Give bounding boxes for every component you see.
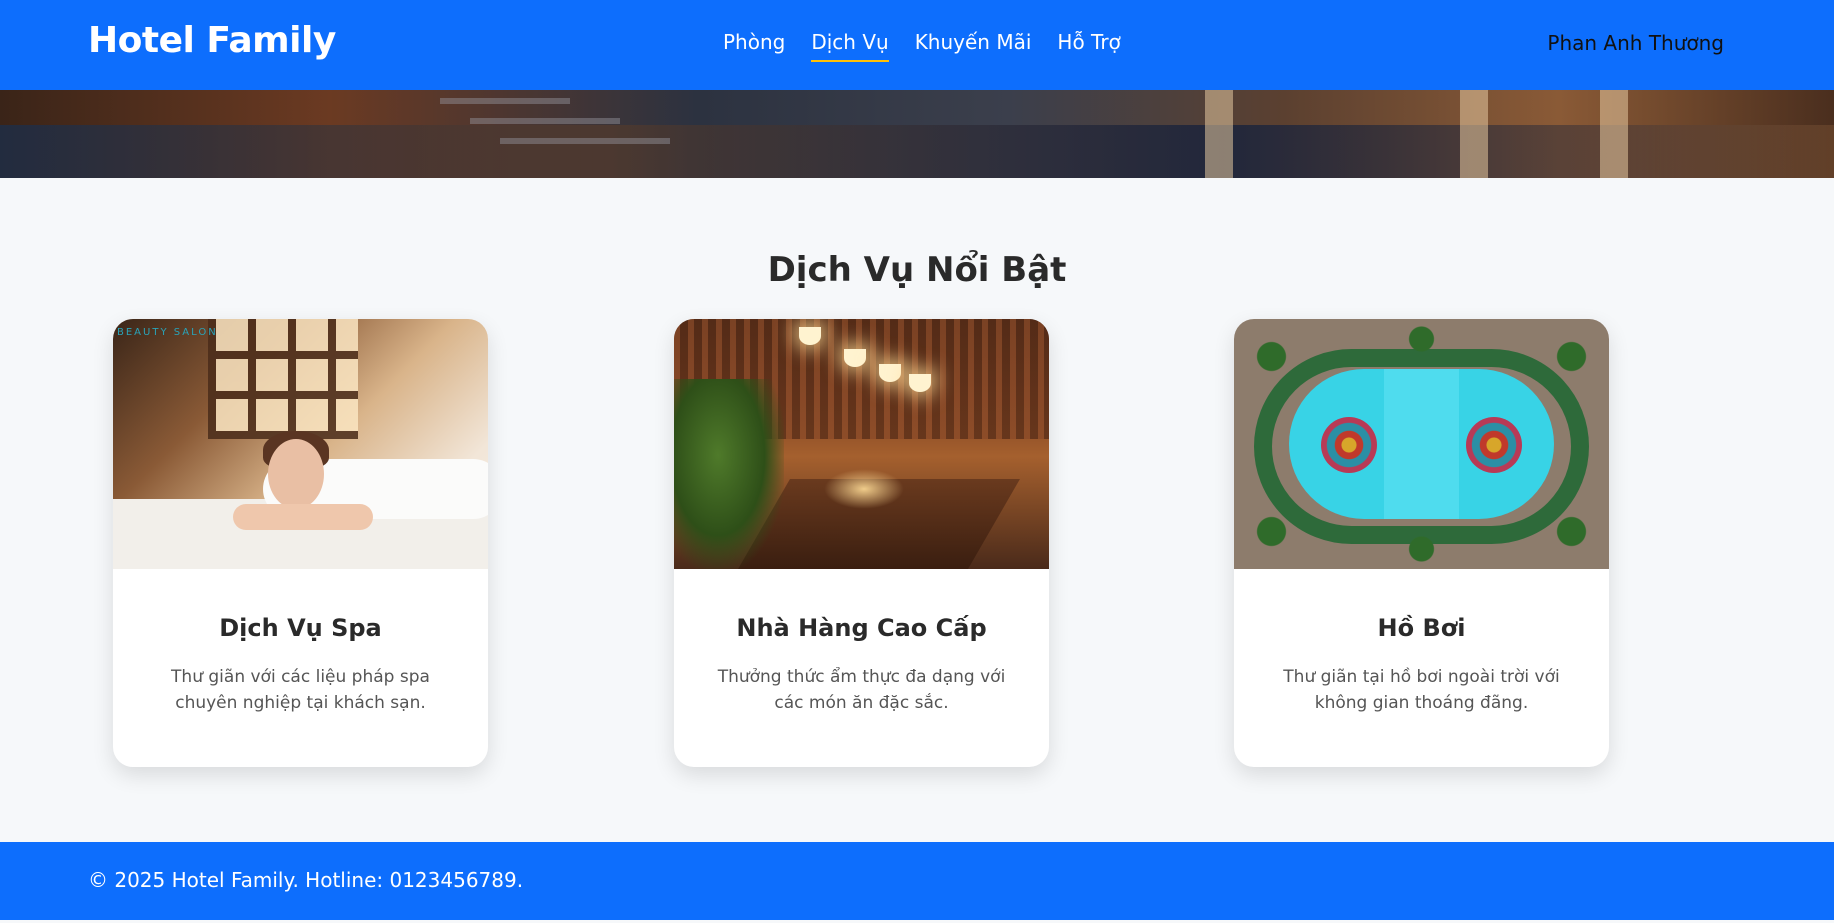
- spa-window: [208, 319, 358, 439]
- hero-water: [0, 125, 1834, 178]
- card-title: Nhà Hàng Cao Cấp: [736, 614, 987, 642]
- restaurant-lamp: [909, 374, 931, 392]
- restaurant-lamp: [844, 349, 866, 367]
- site-header: Hotel Family Phòng Dịch Vụ Khuyến Mãi Hỗ…: [0, 0, 1834, 90]
- service-card-restaurant[interactable]: Nhà Hàng Cao Cấp Thưởng thức ẩm thực đa …: [674, 319, 1049, 767]
- hero-banner-image: [0, 90, 1834, 178]
- restaurant-candle-glow: [824, 469, 904, 509]
- pool-image: [1234, 319, 1609, 569]
- nav-item-promotions[interactable]: Khuyến Mãi: [915, 30, 1032, 62]
- footer-text: © 2025 Hotel Family. Hotline: 0123456789…: [88, 868, 524, 892]
- card-title: Dịch Vụ Spa: [219, 614, 382, 642]
- spa-image: BEAUTY SALON: [113, 319, 488, 569]
- nav-item-services[interactable]: Dịch Vụ: [811, 30, 889, 62]
- spa-head: [268, 439, 324, 509]
- site-footer: © 2025 Hotel Family. Hotline: 0123456789…: [0, 842, 1834, 920]
- hero-step: [500, 138, 670, 144]
- restaurant-lamp: [799, 327, 821, 345]
- main-nav: Phòng Dịch Vụ Khuyến Mãi Hỗ Trợ: [723, 30, 1121, 62]
- service-card-pool[interactable]: Hồ Bơi Thư giãn tại hồ bơi ngoài trời vớ…: [1234, 319, 1609, 767]
- card-description: Thư giãn tại hồ bơi ngoài trời với không…: [1283, 667, 1560, 713]
- brand-logo[interactable]: Hotel Family: [88, 20, 336, 61]
- nav-item-support[interactable]: Hỗ Trợ: [1057, 30, 1120, 62]
- hero-step: [470, 118, 620, 124]
- hero-pillar: [1460, 90, 1488, 178]
- card-description: Thư giãn với các liệu pháp spa chuyên ng…: [171, 667, 430, 713]
- service-card-spa[interactable]: BEAUTY SALON Dịch Vụ Spa Thư giãn với cá…: [113, 319, 488, 767]
- restaurant-plant: [674, 379, 784, 569]
- spa-image-logo: BEAUTY SALON: [117, 327, 218, 338]
- hero-pillar: [1205, 90, 1233, 178]
- card-title: Hồ Bơi: [1377, 614, 1466, 642]
- user-name[interactable]: Phan Anh Thương: [1547, 31, 1724, 55]
- pool-palms: [1234, 319, 1609, 569]
- nav-item-rooms[interactable]: Phòng: [723, 30, 785, 62]
- hero-step: [440, 98, 570, 104]
- restaurant-lamp: [879, 364, 901, 382]
- hero-pillar: [1600, 90, 1628, 178]
- spa-arm: [233, 504, 373, 530]
- restaurant-image: [674, 319, 1049, 569]
- section-title: Dịch Vụ Nổi Bật: [767, 250, 1067, 291]
- card-description: Thưởng thức ẩm thực đa dạng với các món …: [717, 667, 1006, 713]
